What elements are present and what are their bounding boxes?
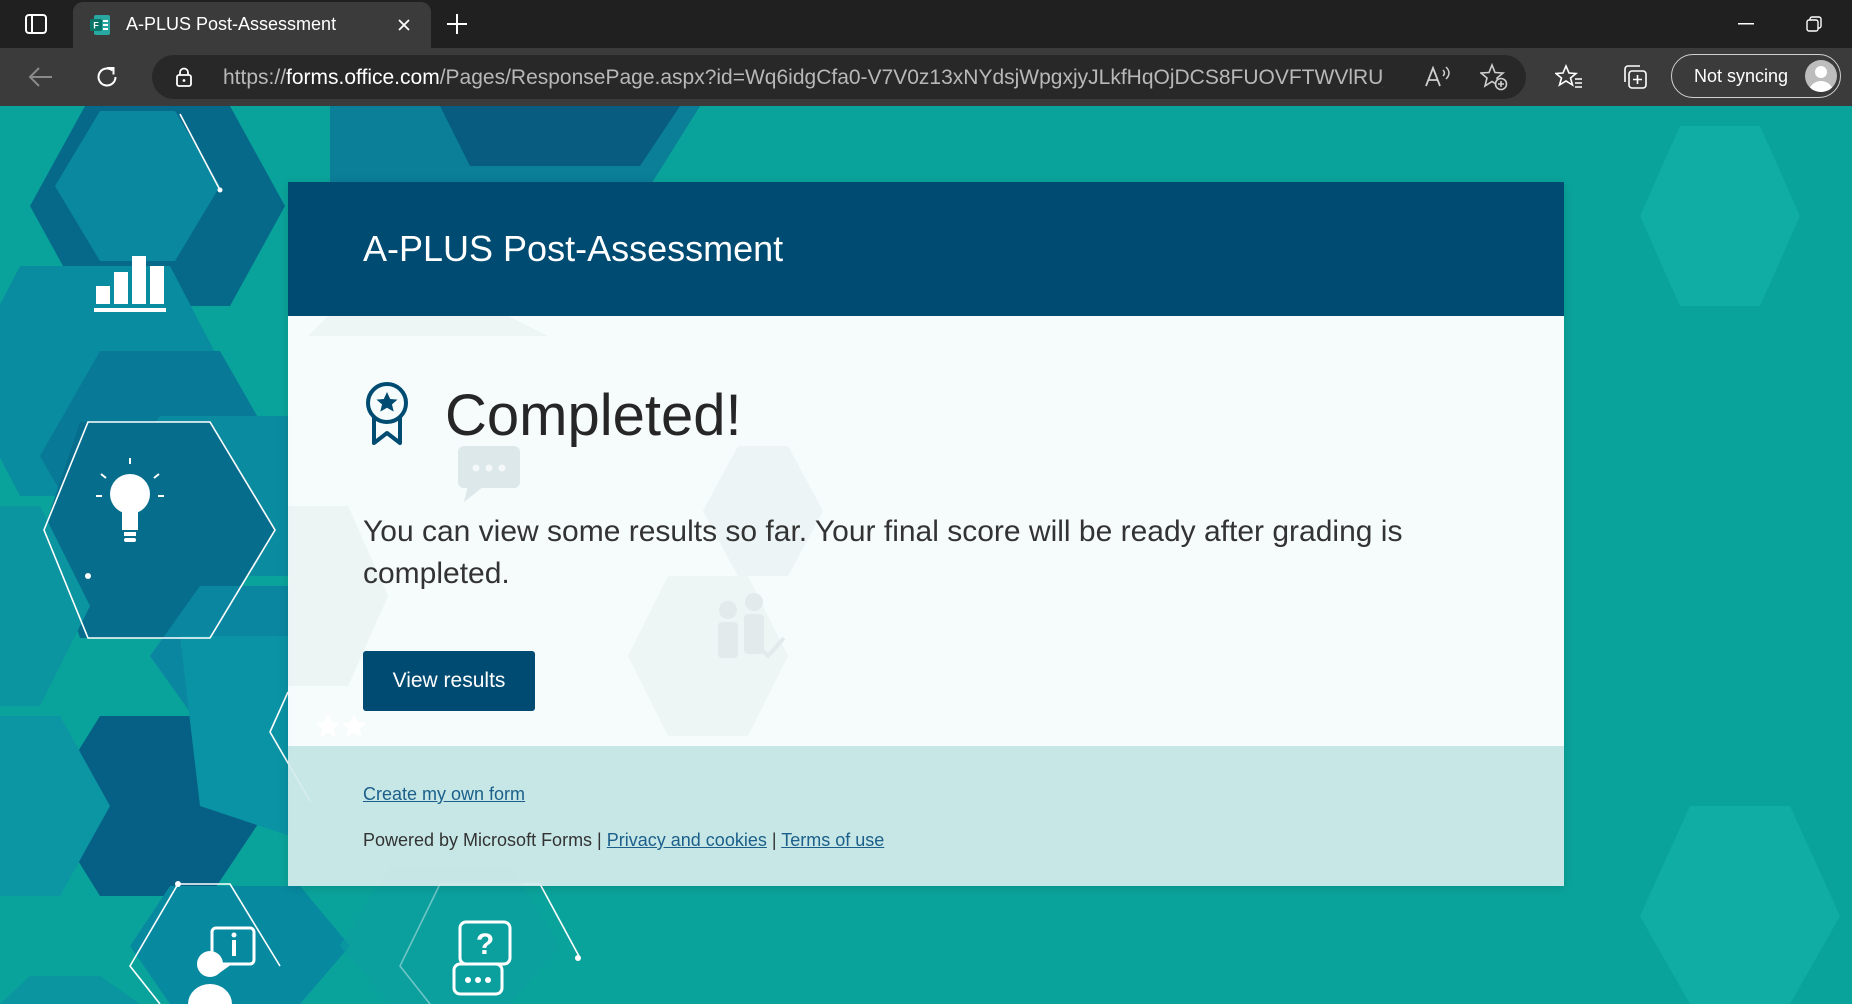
minimize-button[interactable] [1722,12,1770,36]
profile-status: Not syncing [1694,66,1789,86]
stars-icon [316,714,366,737]
tab-strip: F A-PLUS Post-Assessment [0,0,1852,48]
collections-button[interactable] [1616,59,1654,95]
close-icon [398,19,410,31]
url-scheme: https:// [223,66,287,89]
minimize-icon [1738,23,1754,25]
address-bar[interactable]: https://forms.office.com/Pages/ResponseP… [152,55,1526,99]
form-card: A-PLUS Post-Assessment Completed! You ca… [288,182,1564,886]
forms-favicon: F [90,15,110,35]
tab-title: A-PLUS Post-Assessment [126,14,337,34]
back-arrow-icon [28,67,52,87]
form-header: A-PLUS Post-Assessment [288,182,1564,316]
terms-link[interactable]: Terms of use [781,830,884,850]
tab-actions-icon [25,14,47,34]
url-text: https://forms.office.com/Pages/ResponseP… [223,66,1383,90]
back-button[interactable] [22,59,60,95]
page-content: ? A-PLUS Post-Assessment Completed! You … [0,106,1852,1004]
footer-separator: | [771,830,777,850]
tab-actions-button[interactable] [16,6,56,42]
svg-text:F: F [93,21,99,31]
active-tab[interactable]: F A-PLUS Post-Assessment [73,2,431,48]
award-ribbon-icon [366,382,408,445]
speech-bubble-icon [458,446,520,502]
svg-text:?: ? [476,928,494,961]
privacy-link[interactable]: Privacy and cookies [607,830,767,850]
completion-message: You can view some results so far. Your f… [363,515,1403,590]
close-tab-button[interactable] [391,12,417,38]
people-check-icon [718,593,786,659]
collections-icon [1624,65,1647,89]
create-my-own-form-link[interactable]: Create my own form [363,784,525,805]
avatar [1805,60,1837,92]
read-aloud-button[interactable] [1422,62,1454,92]
add-favorite-button[interactable] [1478,62,1510,92]
browser-toolbar: https://forms.office.com/Pages/ResponseP… [0,48,1852,106]
completed-heading: Completed! [445,383,742,448]
refresh-button[interactable] [88,59,126,95]
lock-icon [176,67,192,87]
refresh-icon [97,67,117,87]
powered-by-text: Powered by Microsoft Forms | [363,830,602,850]
form-footer: Create my own form Powered by Microsoft … [288,746,1564,886]
footer-line: Powered by Microsoft Forms | Privacy and… [363,830,884,851]
view-results-button[interactable]: View results [363,651,535,711]
new-tab-button[interactable] [440,8,474,40]
url-host: forms.office.com [286,66,440,89]
profile-button[interactable]: Not syncing [1671,54,1841,98]
read-aloud-icon [1425,65,1450,87]
plus-icon [447,14,467,34]
completion-panel: Completed! You can view some results so … [288,316,1564,746]
favorites-icon [1555,64,1582,88]
restore-button[interactable] [1790,12,1838,36]
avatar-icon [1809,66,1833,92]
form-title: A-PLUS Post-Assessment [363,228,784,269]
url-path: /Pages/ResponsePage.aspx?id=Wq6idgCfa0-V… [439,66,1383,89]
restore-icon [1806,16,1822,32]
add-favorite-icon [1480,63,1508,91]
favorites-button[interactable] [1550,59,1588,95]
